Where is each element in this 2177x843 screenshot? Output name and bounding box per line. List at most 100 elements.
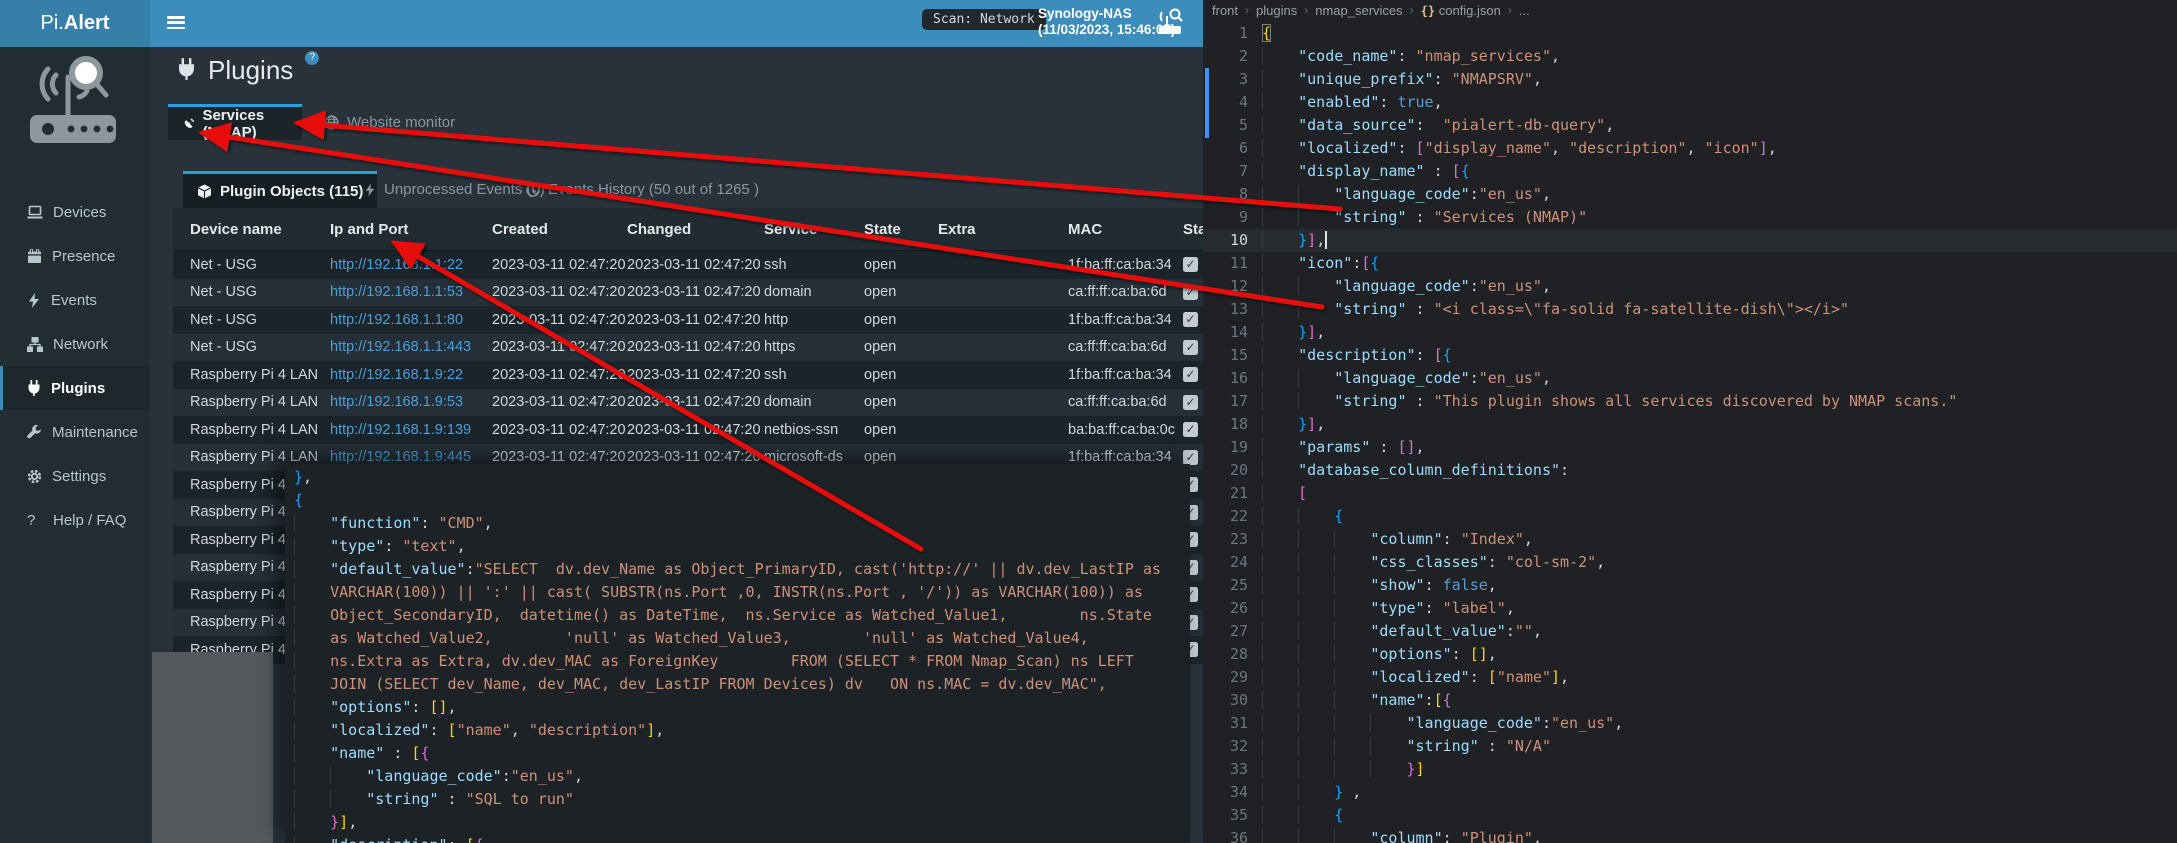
- sidebar-item-presence[interactable]: Presence: [0, 234, 150, 278]
- column-header[interactable]: Status: [1183, 221, 1203, 238]
- changed-cell: 2023-03-11 02:47:20: [627, 449, 764, 465]
- changed-cell: 2023-03-11 02:47:20: [627, 422, 764, 438]
- snippet-line: "options": [],: [285, 696, 1190, 719]
- satellite-dish-icon: [184, 116, 194, 131]
- line-number: 26: [1203, 597, 1262, 620]
- code-line: 15 "description": [{: [1203, 344, 2177, 367]
- sidebar-item-settings[interactable]: Settings: [0, 454, 150, 498]
- code-line: 12 "language_code":"en_us",: [1203, 275, 2177, 298]
- sidebar-item-devices[interactable]: Devices: [0, 190, 150, 234]
- code-line: 9 "string" : "Services (NMAP)": [1203, 206, 2177, 229]
- status-checkbox[interactable]: ✓: [1183, 257, 1198, 272]
- sidebar-item-network[interactable]: Network: [0, 322, 150, 366]
- help-badge[interactable]: ?: [305, 51, 319, 65]
- ip-link[interactable]: http://192.168.1.9:445: [330, 449, 471, 465]
- column-header[interactable]: Changed: [627, 221, 764, 238]
- ip-link[interactable]: http://192.168.1.1:80: [330, 312, 463, 328]
- status-checkbox[interactable]: ✓: [1183, 285, 1198, 300]
- code-line: 23 "column": "Index",: [1203, 528, 2177, 551]
- tab-services-nmap[interactable]: Services (NMAP): [168, 104, 302, 140]
- tab-plugin-objects[interactable]: Plugin Objects (115): [183, 171, 377, 208]
- device-cell: Net - USG: [190, 339, 330, 355]
- code-line: 6 "localized": ["display_name", "descrip…: [1203, 137, 2177, 160]
- breadcrumb-separator: ›: [1410, 3, 1414, 17]
- table-row[interactable]: Net - USGhttp://192.168.1.1:802023-03-11…: [173, 306, 1203, 334]
- table-row[interactable]: Net - USGhttp://192.168.1.1:532023-03-11…: [173, 279, 1203, 307]
- ip-link[interactable]: http://192.168.1.9:22: [330, 367, 463, 383]
- screenshot-canvas: Pi.Alert Scan: Network Synology-NAS (11/…: [0, 0, 2177, 843]
- column-header[interactable]: Ip and Port: [330, 221, 492, 238]
- code-line: 18 }],: [1203, 413, 2177, 436]
- line-number: 13: [1203, 298, 1262, 321]
- column-header[interactable]: Extra: [938, 221, 1068, 238]
- snippet-line: "description": [{: [285, 834, 1190, 843]
- breadcrumb-separator: ›: [1508, 3, 1512, 17]
- status-cell: ✓: [1183, 450, 1203, 465]
- changed-cell: 2023-03-11 02:47:20: [627, 312, 764, 328]
- breadcrumb-item[interactable]: front: [1212, 3, 1238, 18]
- column-header[interactable]: State: [864, 221, 938, 238]
- status-checkbox[interactable]: ✓: [1183, 340, 1198, 355]
- table-row[interactable]: Raspberry Pi 4 LANhttp://192.168.1.9:222…: [173, 361, 1203, 389]
- scan-status-badge: Scan: Network: [922, 9, 1046, 30]
- mac-cell: ba:ba:ff:ca:ba:0c: [1068, 422, 1183, 438]
- sidebar-item-plugins[interactable]: Plugins: [0, 366, 150, 410]
- sidebar-menu: Devices Presence Events Network Plugins: [0, 190, 150, 542]
- hamburger-menu-icon[interactable]: [167, 16, 185, 30]
- tab-website-monitor[interactable]: Website monitor: [308, 104, 471, 140]
- ip-cell: http://192.168.1.1:443: [330, 339, 492, 355]
- device-cell: Raspberry Pi 4 LAN: [190, 394, 330, 410]
- status-checkbox[interactable]: ✓: [1183, 395, 1198, 410]
- ip-link[interactable]: http://192.168.1.1:53: [330, 284, 463, 300]
- globe-icon: [324, 115, 339, 130]
- status-checkbox[interactable]: ✓: [1183, 367, 1198, 382]
- status-cell: ✓: [1183, 257, 1203, 272]
- snippet-line: as Watched_Value2, 'null' as Watched_Val…: [285, 627, 1190, 650]
- column-header[interactable]: Created: [492, 221, 627, 238]
- ip-cell: http://192.168.1.9:139: [330, 422, 492, 438]
- table-row[interactable]: Raspberry Pi 4 LANhttp://192.168.1.9:532…: [173, 389, 1203, 417]
- created-cell: 2023-03-11 02:47:20: [492, 257, 627, 273]
- code-line: 22 {: [1203, 505, 2177, 528]
- editor-code-area[interactable]: 1{2 "code_name": "nmap_services",3 "uniq…: [1203, 22, 2177, 843]
- status-checkbox[interactable]: ✓: [1183, 312, 1198, 327]
- ip-cell: http://192.168.1.9:22: [330, 367, 492, 383]
- line-number: 19: [1203, 436, 1262, 459]
- column-header[interactable]: Device name: [190, 221, 330, 238]
- code-line: 19 "params" : [],: [1203, 436, 2177, 459]
- sidebar-item-events[interactable]: Events: [0, 278, 150, 322]
- ip-link[interactable]: http://192.168.1.9:53: [330, 394, 463, 410]
- text-cursor: [1325, 231, 1327, 249]
- line-number: 17: [1203, 390, 1262, 413]
- line-number: 25: [1203, 574, 1262, 597]
- status-checkbox[interactable]: ✓: [1183, 450, 1198, 465]
- brand-logo[interactable]: Pi.Alert: [0, 0, 150, 47]
- breadcrumb-item[interactable]: nmap_services: [1315, 3, 1402, 18]
- mac-cell: ca:ff:ff:ca:ba:6d: [1068, 339, 1183, 355]
- ip-link[interactable]: http://192.168.1.1:22: [330, 257, 463, 273]
- line-number: 24: [1203, 551, 1262, 574]
- table-row[interactable]: Net - USGhttp://192.168.1.1:4432023-03-1…: [173, 334, 1203, 362]
- table-row[interactable]: Net - USGhttp://192.168.1.1:222023-03-11…: [173, 251, 1203, 279]
- ip-link[interactable]: http://192.168.1.9:139: [330, 422, 471, 438]
- sidebar-item-help[interactable]: ? Help / FAQ: [0, 498, 150, 542]
- breadcrumb-item[interactable]: ...: [1519, 3, 1530, 18]
- column-header[interactable]: MAC: [1068, 221, 1183, 238]
- breadcrumb-item[interactable]: plugins: [1256, 3, 1297, 18]
- code-line: 17 "string" : "This plugin shows all ser…: [1203, 390, 2177, 413]
- code-line: 16 "language_code":"en_us",: [1203, 367, 2177, 390]
- clock-icon: [526, 183, 540, 197]
- sidebar-item-maintenance[interactable]: Maintenance: [0, 410, 150, 454]
- code-editor: front›plugins›nmap_services›{} config.js…: [1203, 0, 2177, 843]
- column-header[interactable]: Service: [764, 221, 864, 238]
- status-checkbox[interactable]: ✓: [1183, 422, 1198, 437]
- plug-icon: [27, 380, 41, 396]
- ip-link[interactable]: http://192.168.1.1:443: [330, 339, 471, 355]
- line-number: 7: [1203, 160, 1262, 183]
- breadcrumb: front›plugins›nmap_services›{} config.js…: [1212, 0, 1530, 20]
- table-row[interactable]: Raspberry Pi 4 LANhttp://192.168.1.9:139…: [173, 416, 1203, 444]
- service-cell: http: [764, 312, 864, 328]
- tab-events-history[interactable]: Events History (50 out of 1265 ): [512, 171, 773, 208]
- code-line: 26 "type": "label",: [1203, 597, 2177, 620]
- breadcrumb-item[interactable]: {} config.json: [1421, 3, 1501, 18]
